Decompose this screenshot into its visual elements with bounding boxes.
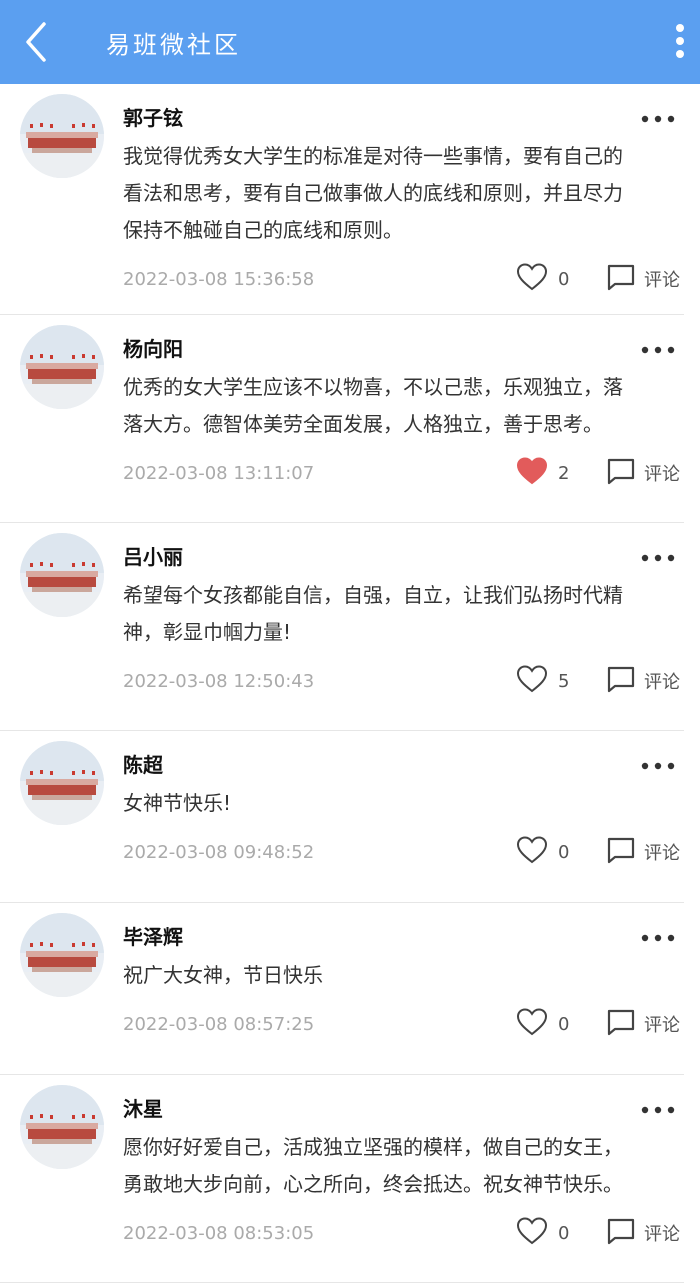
comment-icon [606,1217,636,1249]
post-timestamp: 2022-03-08 12:50:43 [123,671,315,692]
heart-icon [516,1007,548,1041]
comment-label: 评论 [644,1224,680,1245]
comment-icon [606,665,636,697]
author-name[interactable]: 陈超 [123,749,163,778]
post-content-line: 神，彰显巾帼力量! [123,620,292,644]
author-name[interactable]: 毕泽辉 [123,921,183,950]
comment-button[interactable]: 评论 [606,457,680,489]
post-more-icon[interactable] [640,550,676,564]
like-button[interactable]: 0 [516,836,569,868]
post-item: 杨向阳 优秀的女大学生应该不以物喜，不以己悲，乐观独立，落 落大方。德智体美劳全面… [0,315,684,523]
like-count: 0 [558,268,570,290]
like-button[interactable]: 0 [516,263,569,295]
avatar[interactable] [20,325,104,409]
avatar[interactable] [20,913,104,997]
like-button[interactable]: 2 [516,457,569,489]
heart-icon [516,664,548,698]
comment-label: 评论 [644,843,680,864]
more-vertical-icon [676,24,684,58]
like-count: 0 [558,841,570,863]
chevron-left-icon [26,22,46,62]
comment-label: 评论 [644,1015,680,1036]
post-more-icon[interactable] [640,342,676,356]
post-content-line: 愿你好好爱自己，活成独立坚强的模样，做自己的女王， [123,1135,623,1159]
like-button[interactable]: 0 [516,1008,569,1040]
post-timestamp: 2022-03-08 15:36:58 [123,269,315,290]
post-timestamp: 2022-03-08 09:48:52 [123,842,315,863]
post-content: 女神节快乐! [123,785,679,822]
post-timestamp: 2022-03-08 13:11:07 [123,463,315,484]
post-content: 我觉得优秀女大学生的标准是对待一些事情，要有自己的 看法和思考，要有自己做事做人的… [123,138,679,249]
author-name[interactable]: 杨向阳 [123,333,183,362]
post-timestamp: 2022-03-08 08:57:25 [123,1014,315,1035]
avatar[interactable] [20,741,104,825]
comment-button[interactable]: 评论 [606,665,680,697]
post-item: 沐星 愿你好好爱自己，活成独立坚强的模样，做自己的女王， 勇敢地大步向前，心之所向… [0,1075,684,1283]
comment-button[interactable]: 评论 [606,1217,680,1249]
app-title: 易班微社区 [106,31,241,59]
post-content-line: 祝广大女神，节日快乐 [123,963,323,987]
post-content: 优秀的女大学生应该不以物喜，不以己悲，乐观独立，落 落大方。德智体美劳全面发展，人… [123,369,679,443]
like-count: 0 [558,1222,570,1244]
avatar[interactable] [20,533,104,617]
heart-icon [516,1216,548,1250]
comment-icon [606,1008,636,1040]
comment-label: 评论 [644,672,680,693]
comment-label: 评论 [644,464,680,485]
top-bar: 易班微社区 [0,0,700,84]
heart-icon [516,456,548,490]
comment-icon [606,263,636,295]
post-content-line: 落大方。德智体美劳全面发展，人格独立，善于思考。 [123,412,603,436]
post-content-line: 勇敢地大步向前，心之所向，终会抵达。祝女神节快乐。 [123,1172,623,1196]
like-count: 0 [558,1013,570,1035]
heart-icon [516,262,548,296]
author-name[interactable]: 郭子铉 [123,102,183,131]
post-content-line: 女神节快乐! [123,791,232,815]
like-button[interactable]: 5 [516,665,569,697]
post-item: 陈超 女神节快乐! 2022-03-08 09:48:52 0 评论 [0,731,684,903]
post-more-icon[interactable] [640,930,676,944]
post-content-line: 希望每个女孩都能自信，自强，自立，让我们弘扬时代精 [123,583,623,607]
post-more-icon[interactable] [640,111,676,125]
comment-icon [606,457,636,489]
post-content-line: 优秀的女大学生应该不以物喜，不以己悲，乐观独立，落 [123,375,623,399]
comment-button[interactable]: 评论 [606,1008,680,1040]
avatar[interactable] [20,1085,104,1169]
comment-button[interactable]: 评论 [606,263,680,295]
post-content: 希望每个女孩都能自信，自强，自立，让我们弘扬时代精 神，彰显巾帼力量! [123,577,679,651]
post-more-icon[interactable] [640,1102,676,1116]
back-button[interactable] [18,20,58,64]
like-count: 2 [558,462,570,484]
post-content-line: 保持不触碰自己的底线和原则。 [123,218,403,242]
post-feed: 郭子铉 我觉得优秀女大学生的标准是对待一些事情，要有自己的 看法和思考，要有自己做… [0,84,700,1283]
post-content-line: 看法和思考，要有自己做事做人的底线和原则，并且尽力 [123,181,623,205]
post-more-icon[interactable] [640,758,676,772]
comment-icon [606,836,636,868]
comment-button[interactable]: 评论 [606,836,680,868]
avatar[interactable] [20,94,104,178]
post-item: 吕小丽 希望每个女孩都能自信，自强，自立，让我们弘扬时代精 神，彰显巾帼力量! 2… [0,523,684,731]
author-name[interactable]: 吕小丽 [123,541,183,570]
comment-label: 评论 [644,270,680,291]
like-button[interactable]: 0 [516,1217,569,1249]
post-item: 毕泽辉 祝广大女神，节日快乐 2022-03-08 08:57:25 0 评论 [0,903,684,1075]
post-content-line: 我觉得优秀女大学生的标准是对待一些事情，要有自己的 [123,144,623,168]
like-count: 5 [558,670,570,692]
author-name[interactable]: 沐星 [123,1093,163,1122]
post-item: 郭子铉 我觉得优秀女大学生的标准是对待一些事情，要有自己的 看法和思考，要有自己做… [0,84,684,315]
menu-button[interactable] [672,20,688,64]
post-content: 祝广大女神，节日快乐 [123,957,679,994]
post-timestamp: 2022-03-08 08:53:05 [123,1223,315,1244]
post-content: 愿你好好爱自己，活成独立坚强的模样，做自己的女王， 勇敢地大步向前，心之所向，终会… [123,1129,679,1203]
heart-icon [516,835,548,869]
